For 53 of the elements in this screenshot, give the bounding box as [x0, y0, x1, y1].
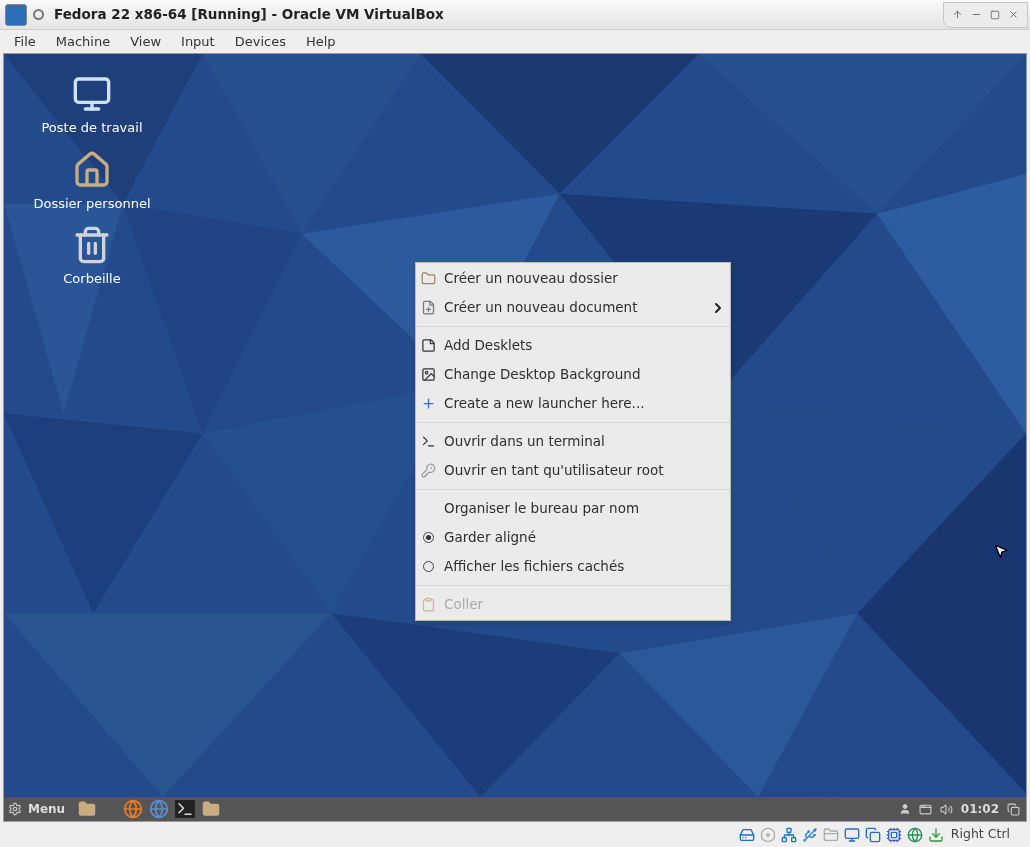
desktop-icon[interactable]: Corbeille — [22, 225, 162, 289]
host-key-label: Right Ctrl — [950, 825, 1010, 844]
folder-icon[interactable] — [77, 800, 98, 818]
menu-item[interactable]: Organiser le bureau par nom — [416, 494, 730, 523]
menu-item[interactable]: Créer un nouveau document — [416, 293, 730, 322]
computer-icon — [72, 74, 112, 114]
windows-icon[interactable] — [864, 826, 881, 843]
menu-item[interactable]: Ouvrir en tant qu'utilisateur root — [416, 456, 730, 485]
menu-bar-item[interactable]: Input — [173, 31, 223, 52]
usb-icon[interactable] — [801, 826, 818, 843]
menu-item[interactable]: Afficher les fichiers cachés — [416, 552, 730, 581]
desktop-icon[interactable]: Dossier personnel — [22, 149, 162, 213]
display-icon[interactable] — [843, 826, 860, 843]
mouse-pointer-icon — [993, 542, 1009, 560]
maximize-icon[interactable] — [990, 9, 1000, 20]
menu-button[interactable]: Menu — [8, 800, 72, 818]
menu-bar-item[interactable]: Devices — [226, 31, 294, 52]
document-icon — [420, 300, 436, 315]
menu-item[interactable]: Garder aligné — [416, 523, 730, 552]
note-icon — [420, 338, 436, 353]
window-title: Fedora 22 x86-64 [Running] - Oracle VM VirtualBox — [54, 5, 444, 25]
clipboard-icon — [420, 597, 436, 612]
menu-item[interactable]: Ouvrir dans un terminal — [416, 427, 730, 456]
pin-icon — [33, 9, 44, 20]
close-icon[interactable] — [1008, 9, 1019, 20]
menu-item[interactable]: Create a new launcher here... — [416, 389, 730, 418]
menu-bar-item[interactable]: Machine — [47, 31, 119, 52]
menu-item[interactable]: Change Desktop Background — [416, 360, 730, 389]
clock[interactable]: 01:02 — [960, 800, 999, 818]
plus-icon — [420, 396, 436, 411]
user-icon[interactable] — [898, 803, 911, 815]
terminal-icon — [420, 434, 436, 449]
menu-bar-item[interactable]: View — [122, 31, 170, 52]
browser-icon[interactable] — [123, 799, 144, 819]
network-icon[interactable] — [780, 826, 797, 843]
terminal-icon[interactable] — [175, 800, 196, 818]
folder-icon — [420, 271, 436, 286]
menu-item[interactable]: Créer un nouveau dossier — [416, 264, 730, 293]
workspace-icon[interactable] — [1007, 802, 1020, 816]
raise-icon[interactable] — [952, 9, 963, 20]
key-icon — [420, 463, 436, 478]
gear-icon — [8, 802, 22, 816]
globe-icon[interactable] — [906, 826, 923, 843]
chip-icon[interactable] — [885, 826, 902, 843]
download-icon[interactable] — [927, 826, 944, 843]
image-icon — [420, 367, 436, 382]
folder-icon[interactable] — [201, 800, 222, 818]
window-icon[interactable] — [918, 802, 932, 816]
volume-icon[interactable] — [939, 802, 953, 816]
menu-item[interactable]: Add Desklets — [416, 331, 730, 360]
menu-bar-item[interactable]: File — [6, 31, 44, 52]
home-folder-icon — [72, 149, 112, 190]
menu-bar-item[interactable]: Help — [297, 31, 344, 52]
